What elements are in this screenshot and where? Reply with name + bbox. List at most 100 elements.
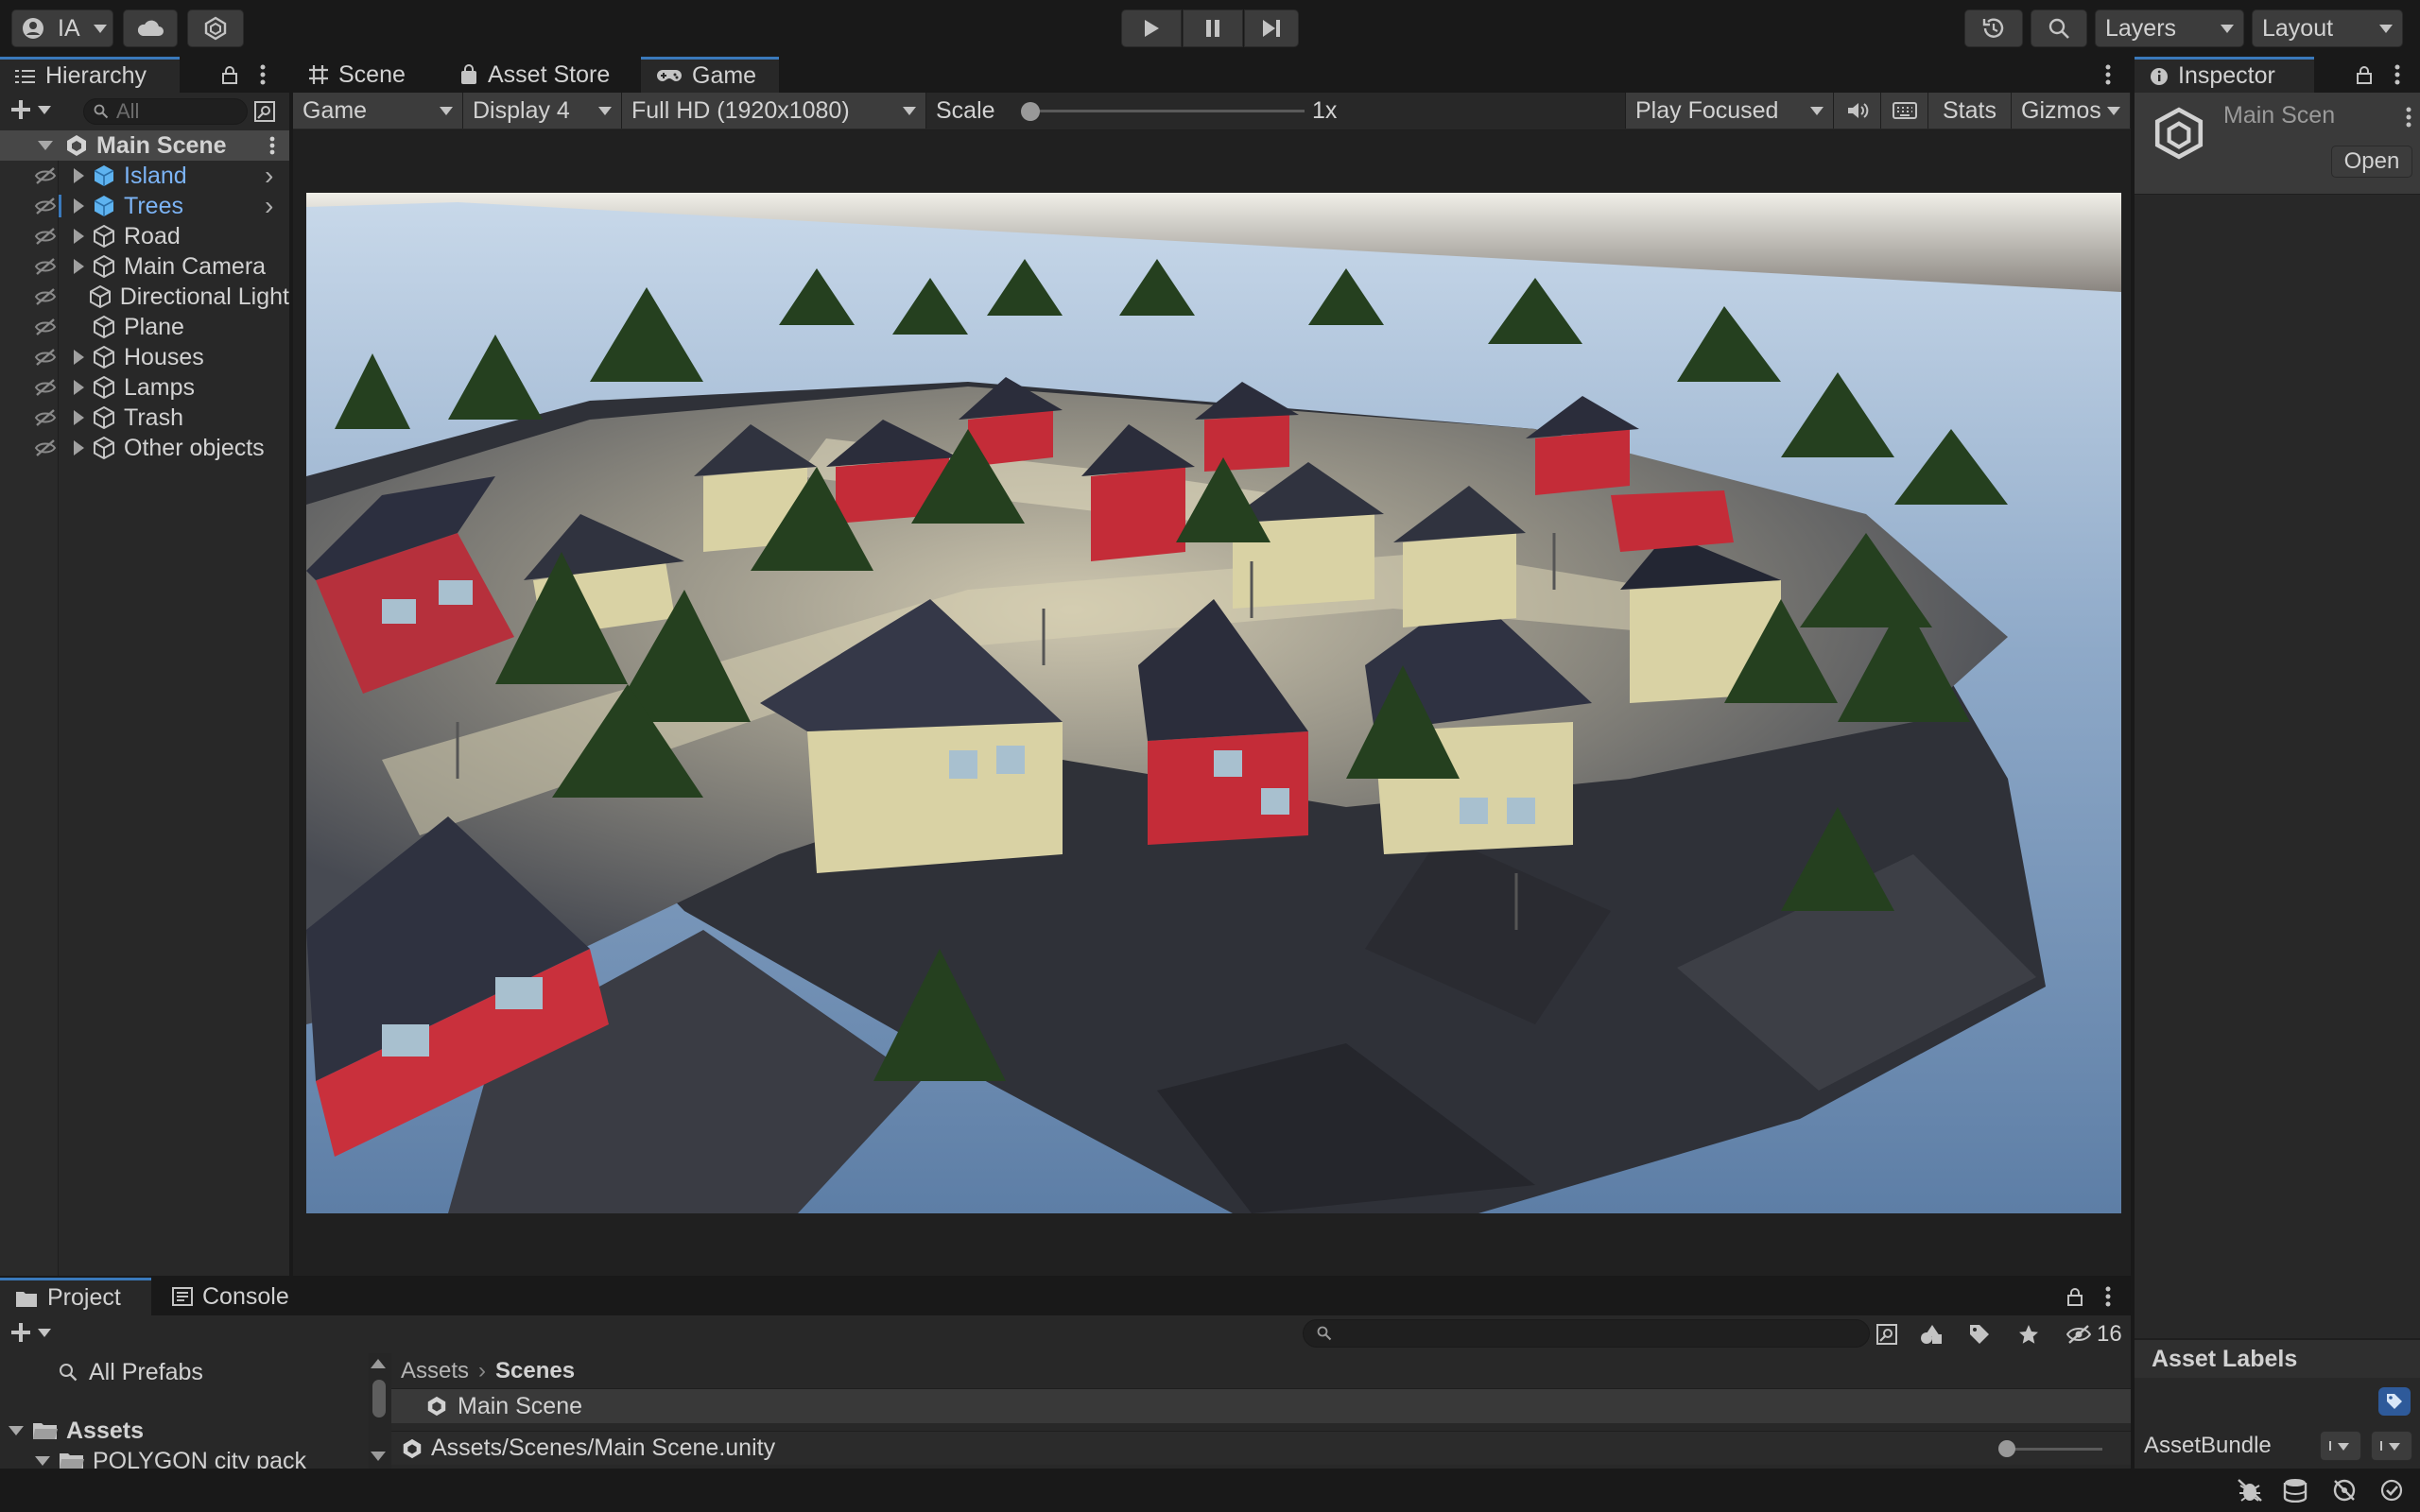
scene-search-icon[interactable] xyxy=(253,100,276,123)
game-render-viewport[interactable] xyxy=(306,193,2121,1213)
filter-by-label-icon[interactable] xyxy=(1968,1323,1991,1346)
play-button[interactable] xyxy=(1121,9,1182,47)
expand-arrow-icon[interactable] xyxy=(74,198,84,214)
display-dropdown[interactable]: Display 4 xyxy=(463,93,622,129)
visibility-toggle-icon[interactable] xyxy=(34,226,57,247)
play-mode-dropdown[interactable]: Play Focused xyxy=(1626,93,1834,129)
hierarchy-search-input[interactable]: All xyxy=(83,98,248,125)
lock-icon[interactable] xyxy=(221,65,238,84)
more-options-icon[interactable] xyxy=(259,63,267,86)
hierarchy-item[interactable]: Directional Light xyxy=(0,282,289,312)
project-search-input[interactable] xyxy=(1303,1319,1870,1348)
progress-check-icon[interactable] xyxy=(2378,1478,2405,1503)
hierarchy-item[interactable]: Other objects xyxy=(0,433,289,463)
visibility-toggle-icon[interactable] xyxy=(34,165,57,186)
gizmos-dropdown[interactable]: Gizmos xyxy=(2012,93,2131,129)
tab-project[interactable]: Project xyxy=(0,1278,151,1315)
hidden-packages-toggle[interactable]: 16 xyxy=(2066,1321,2122,1348)
scene-more-icon[interactable] xyxy=(268,135,276,156)
all-prefabs-item[interactable]: All Prefabs xyxy=(59,1357,203,1387)
pause-button[interactable] xyxy=(1183,9,1243,47)
stats-button[interactable]: Stats xyxy=(1928,93,2012,129)
collab-button[interactable] xyxy=(187,9,244,47)
visibility-toggle-icon[interactable] xyxy=(34,286,57,307)
create-dropdown[interactable] xyxy=(9,98,51,121)
expand-arrow-icon[interactable] xyxy=(74,168,84,183)
more-options-icon[interactable] xyxy=(2405,106,2412,129)
expand-arrow-icon[interactable] xyxy=(74,440,84,455)
filter-by-type-icon[interactable] xyxy=(1919,1323,1944,1346)
hierarchy-item[interactable]: Houses xyxy=(0,342,289,372)
hierarchy-item[interactable]: Island › xyxy=(0,161,289,191)
hierarchy-item[interactable]: Lamps xyxy=(0,372,289,403)
step-button[interactable] xyxy=(1244,9,1299,47)
expand-arrow-icon[interactable] xyxy=(74,259,84,274)
folder-tree-scrollbar[interactable] xyxy=(369,1353,391,1469)
asset-bundle-name-dropdown[interactable] xyxy=(2320,1431,2361,1461)
tab-inspector[interactable]: Inspector xyxy=(2135,57,2314,93)
asset-labels-header[interactable]: Asset Labels xyxy=(2135,1340,2420,1378)
expand-arrow-icon[interactable] xyxy=(74,229,84,244)
expand-arrow-icon[interactable] xyxy=(34,1455,51,1467)
file-list-item[interactable]: Main Scene xyxy=(391,1389,2131,1423)
visibility-toggle-icon[interactable] xyxy=(34,317,57,337)
open-prefab-chevron-icon[interactable]: › xyxy=(265,161,273,191)
tab-scene[interactable]: Scene xyxy=(293,57,421,93)
auto-generate-lighting-icon[interactable] xyxy=(2331,1478,2358,1503)
scale-slider-thumb[interactable] xyxy=(1021,102,1040,121)
icon-size-slider[interactable] xyxy=(2004,1448,2102,1451)
account-dropdown[interactable]: IA xyxy=(11,9,113,47)
lock-icon[interactable] xyxy=(2066,1287,2083,1306)
breadcrumb-assets[interactable]: Assets xyxy=(401,1358,469,1384)
debug-bug-icon[interactable] xyxy=(2237,1478,2263,1503)
visibility-toggle-icon[interactable] xyxy=(34,347,57,368)
tab-console[interactable]: Console xyxy=(157,1278,304,1315)
open-prefab-chevron-icon[interactable]: › xyxy=(265,191,273,221)
undo-history-button[interactable] xyxy=(1964,9,2023,47)
game-view-dropdown[interactable]: Game xyxy=(293,93,463,129)
tab-game[interactable]: Game xyxy=(641,57,779,93)
scroll-thumb[interactable] xyxy=(372,1380,386,1418)
layout-dropdown[interactable]: Layout xyxy=(2252,9,2403,47)
breadcrumb-scenes[interactable]: Scenes xyxy=(495,1358,575,1384)
asset-bundle-variant-dropdown[interactable] xyxy=(2371,1431,2412,1461)
visibility-toggle-icon[interactable] xyxy=(34,377,57,398)
more-options-icon[interactable] xyxy=(2104,63,2112,86)
hierarchy-item[interactable]: Main Camera xyxy=(0,251,289,282)
scroll-up-icon[interactable] xyxy=(371,1359,386,1368)
mute-audio-button[interactable] xyxy=(1834,93,1881,129)
search-button[interactable] xyxy=(2031,9,2087,47)
expand-arrow-icon[interactable] xyxy=(74,350,84,365)
label-tag-button[interactable] xyxy=(2378,1387,2411,1416)
open-button[interactable]: Open xyxy=(2331,146,2412,178)
project-create-dropdown[interactable] xyxy=(9,1321,51,1344)
layers-dropdown[interactable]: Layers xyxy=(2095,9,2244,47)
tab-asset-store[interactable]: Asset Store xyxy=(444,57,625,93)
resolution-dropdown[interactable]: Full HD (1920x1080) xyxy=(622,93,926,129)
hierarchy-item[interactable]: Trash xyxy=(0,403,289,433)
more-options-icon[interactable] xyxy=(2394,63,2401,86)
expand-arrow-icon[interactable] xyxy=(74,410,84,425)
expand-arrow-icon[interactable] xyxy=(8,1425,25,1436)
visibility-toggle-icon[interactable] xyxy=(34,256,57,277)
visibility-toggle-icon[interactable] xyxy=(34,196,57,216)
cache-server-icon[interactable] xyxy=(2282,1478,2308,1503)
scale-slider-track[interactable] xyxy=(1030,110,1305,112)
tab-hierarchy[interactable]: Hierarchy xyxy=(0,57,180,93)
hierarchy-item[interactable]: Road xyxy=(0,221,289,251)
shortcuts-button[interactable] xyxy=(1881,93,1928,129)
more-options-icon[interactable] xyxy=(2104,1285,2112,1308)
scroll-down-icon[interactable] xyxy=(371,1452,386,1461)
scene-row[interactable]: Main Scene xyxy=(0,130,289,161)
lock-icon[interactable] xyxy=(2356,65,2373,84)
assets-folder-item[interactable]: Assets xyxy=(8,1416,144,1446)
search-in-scene-icon[interactable] xyxy=(1876,1323,1898,1346)
visibility-toggle-icon[interactable] xyxy=(34,407,57,428)
hierarchy-item[interactable]: Plane xyxy=(0,312,289,342)
expand-arrow-icon[interactable] xyxy=(74,380,84,395)
expand-arrow-icon[interactable] xyxy=(36,139,55,152)
icon-size-slider-thumb[interactable] xyxy=(1998,1440,2015,1457)
cloud-button[interactable] xyxy=(123,9,178,47)
favorite-star-icon[interactable] xyxy=(2017,1323,2040,1346)
hierarchy-item[interactable]: Trees › xyxy=(0,191,289,221)
